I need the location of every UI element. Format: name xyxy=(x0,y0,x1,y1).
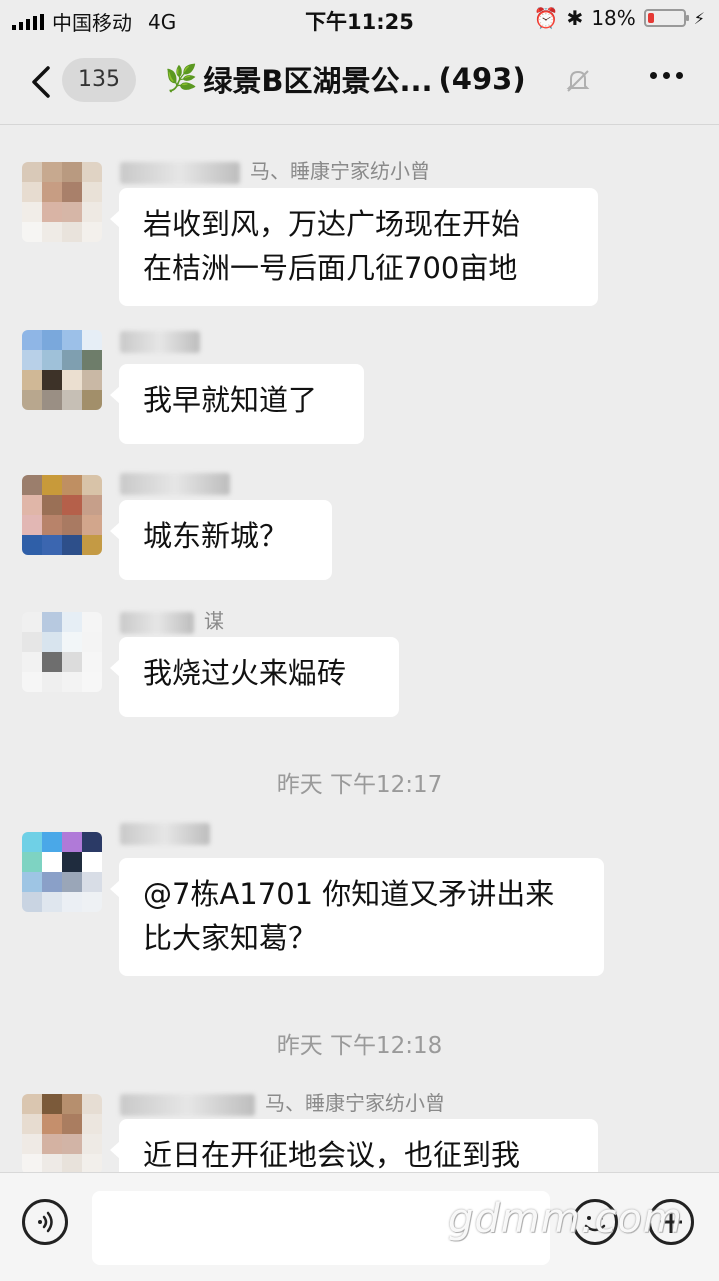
message-bubble[interactable]: 我早就知道了 xyxy=(110,364,364,444)
sender-name xyxy=(120,328,210,358)
timestamp: 昨天 下午12:18 xyxy=(276,1033,443,1059)
avatar[interactable] xyxy=(22,475,102,555)
status-bar: 中国移动 4G 下午11:25 ⏰ ✱ 18% ⚡ xyxy=(0,0,719,40)
avatar[interactable] xyxy=(22,162,102,242)
watermark: gdmm.com xyxy=(448,1196,683,1242)
leaf-icon: 🌿 xyxy=(165,64,198,94)
message-text: 岩收到风，万达广场现在开始 xyxy=(143,207,521,241)
chat-title-text: 绿景B区湖景公... xyxy=(203,64,433,98)
message-text: 我早就知道了 xyxy=(143,383,318,417)
bluetooth-icon: ✱ xyxy=(566,6,584,30)
avatar[interactable] xyxy=(22,832,102,912)
sender-name: 马、睡康宁家纺小曾 xyxy=(120,155,430,185)
sender-name xyxy=(120,820,220,850)
message-text: @7栋A1701 你知道又矛讲出来 xyxy=(143,877,555,911)
alarm-icon: ⏰ xyxy=(533,6,559,30)
chat-header: 135 🌿 绿景B区湖景公... (493) xyxy=(0,40,719,125)
battery-icon xyxy=(643,9,689,27)
message-text: 在桔洲一号后面几征700亩地 xyxy=(143,251,518,285)
battery-percent: 18% xyxy=(591,6,636,30)
unread-count-badge[interactable]: 135 xyxy=(62,58,136,102)
battery-fill xyxy=(647,13,654,23)
more-options-icon[interactable] xyxy=(650,72,683,79)
voice-input-icon[interactable] xyxy=(22,1199,68,1245)
sender-name: 谋 xyxy=(120,605,224,635)
member-count: (493) xyxy=(438,62,526,96)
back-arrow-icon[interactable] xyxy=(28,62,58,102)
charging-icon: ⚡ xyxy=(693,8,705,28)
sender-name xyxy=(120,470,240,500)
avatar[interactable] xyxy=(22,612,102,692)
message-bubble[interactable]: 岩收到风，万达广场现在开始 在桔洲一号后面几征700亩地 xyxy=(110,188,598,306)
message-bubble[interactable]: 城东新城？ xyxy=(110,500,332,580)
message-text: 比大家知葛？ xyxy=(143,921,318,955)
avatar[interactable] xyxy=(22,330,102,410)
message-bubble[interactable]: @7栋A1701 你知道又矛讲出来 比大家知葛？ xyxy=(110,858,604,976)
avatar[interactable] xyxy=(22,1094,102,1174)
message-text: 城东新城？ xyxy=(143,519,289,553)
mute-bell-icon xyxy=(566,70,590,92)
timestamp: 昨天 下午12:17 xyxy=(276,772,443,798)
sender-name: 马、睡康宁家纺小曾 xyxy=(120,1087,445,1117)
message-text: 近日在开征地会议，也征到我 xyxy=(143,1138,521,1172)
message-text: 我烧过火来煰砖 xyxy=(143,656,347,690)
message-bubble[interactable]: 我烧过火来煰砖 xyxy=(110,637,399,717)
chat-title[interactable]: 🌿 绿景B区湖景公... (493) xyxy=(165,58,526,100)
